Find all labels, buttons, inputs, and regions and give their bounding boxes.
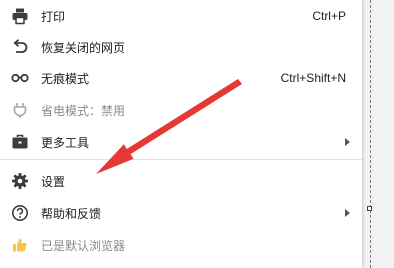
menu-item-shortcut: Ctrl+P [312, 9, 346, 23]
menu-separator [0, 159, 362, 160]
submenu-arrow-icon [345, 138, 350, 146]
menu-item-label: 设置 [41, 174, 66, 189]
submenu-arrow-icon [345, 209, 350, 217]
incognito-icon [10, 68, 30, 88]
menu-item-incognito[interactable]: 无痕模式 Ctrl+Shift+N [0, 63, 362, 93]
menu-item-default-browser: 已是默认浏览器 [0, 230, 362, 260]
menu-item-print[interactable]: 打印 Ctrl+P [0, 1, 362, 31]
menu-item-more-tools[interactable]: 更多工具 [0, 127, 362, 157]
menu-item-label: 帮助和反馈 [41, 206, 102, 221]
menu-item-shortcut: Ctrl+Shift+N [280, 71, 346, 85]
menu-item-label: 省电模式：禁用 [41, 103, 126, 118]
plug-icon [10, 100, 30, 120]
menu-item-label: 更多工具 [41, 135, 90, 150]
menu-item-label: 无痕模式 [41, 71, 90, 86]
menu-item-settings[interactable]: 设置 [0, 166, 362, 196]
menu-item-label: 已是默认浏览器 [41, 238, 126, 253]
thumbs-up-icon [10, 235, 30, 255]
menu-item-help-feedback[interactable]: 帮助和反馈 [0, 198, 362, 228]
printer-icon [10, 6, 30, 26]
menu-item-label: 打印 [41, 9, 66, 24]
browser-menu: 打印 Ctrl+P 恢复关闭的网页 无痕模式 Ctrl+Shift+N 省电模式… [0, 0, 362, 268]
resize-handle [367, 206, 372, 211]
toolbox-icon [10, 132, 30, 152]
help-icon [10, 203, 30, 223]
menu-item-restore-closed-page[interactable]: 恢复关闭的网页 [0, 32, 362, 62]
menu-item-label: 恢复关闭的网页 [41, 40, 126, 55]
gear-icon [10, 171, 30, 191]
screenshot-stage: 打印 Ctrl+P 恢复关闭的网页 无痕模式 Ctrl+Shift+N 省电模式… [0, 0, 394, 268]
undo-icon [10, 37, 30, 57]
menu-item-power-saving[interactable]: 省电模式：禁用 [0, 95, 362, 125]
selection-border-dashed [370, 0, 371, 268]
